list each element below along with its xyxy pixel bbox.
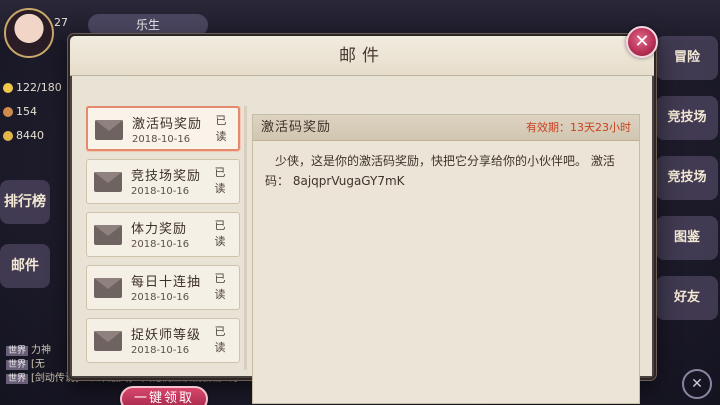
claim-all-button[interactable]: 一键领取 [120, 386, 208, 405]
mail-item[interactable]: 体力奖励 2018-10-16 已读 [86, 212, 240, 257]
friends-button[interactable]: 好友 [656, 276, 718, 320]
lightning-icon [3, 83, 13, 93]
leaderboard-button[interactable]: 排行榜 [0, 180, 50, 224]
mail-list[interactable]: 激活码奖励 2018-10-16 已读 竞技场奖励 2018-10-16 已读 … [86, 106, 246, 370]
stamina-stat: 122/180 [0, 76, 70, 100]
mail-item-date: 2018-10-16 [131, 186, 190, 197]
mail-item-date: 2018-10-16 [131, 345, 190, 356]
mail-detail-title: 激活码奖励 [261, 120, 332, 135]
envelope-icon [94, 225, 122, 245]
mail-item-title: 捉妖师等级 [131, 328, 202, 343]
left-menu: 排行榜 邮件 [0, 180, 55, 308]
mail-detail-header: 激活码奖励 有效期：13天23小时 [253, 115, 639, 141]
mail-item[interactable]: 激活码奖励 2018-10-16 已读 [86, 106, 240, 151]
mail-detail-panel: 激活码奖励 有效期：13天23小时 少侠，这是你的激活码奖励，快把它分享给你的小… [252, 114, 640, 404]
mail-item-status: 已读 [215, 114, 227, 143]
envelope-icon [94, 278, 122, 298]
mail-item-date: 2018-10-16 [132, 134, 191, 145]
codex-button[interactable]: 图鉴 [656, 216, 718, 260]
activation-code[interactable]: 8ajqprVugaGY7mK [293, 174, 405, 188]
envelope-icon [94, 331, 122, 351]
player-avatar[interactable] [4, 8, 54, 58]
mail-item-status: 已读 [214, 272, 226, 301]
coin-icon [3, 131, 13, 141]
mail-item[interactable]: 每日十连抽 2018-10-16 已读 [86, 265, 240, 310]
close-dialog-button[interactable]: ✕ [626, 26, 658, 58]
mail-item-status: 已读 [214, 325, 226, 354]
right-menu: 冒险 竞技场 竞技场 图鉴 好友 [652, 36, 720, 336]
envelope-icon [94, 172, 122, 192]
arena-button-2[interactable]: 竞技场 [656, 156, 718, 200]
mail-detail-body: 少侠，这是你的激活码奖励，快把它分享给你的小伙伴吧。 激活码： 8ajqprVu… [265, 151, 633, 191]
mail-item[interactable]: 捉妖师等级 2018-10-16 已读 [86, 318, 240, 363]
mail-item-title: 激活码奖励 [132, 117, 203, 132]
dialog-body: 激活码奖励 2018-10-16 已读 竞技场奖励 2018-10-16 已读 … [72, 76, 652, 405]
envelope-icon [95, 120, 123, 140]
mail-item-title: 竞技场奖励 [131, 169, 202, 184]
mail-item-status: 已读 [214, 166, 226, 195]
resource-stats: 122/180 154 8440 [0, 76, 70, 148]
mail-dialog: 邮件 激活码奖励 2018-10-16 已读 竞技场奖励 2018-10-16 … [68, 34, 656, 405]
player-level: 27 [54, 16, 68, 29]
mail-item[interactable]: 竞技场奖励 2018-10-16 已读 [86, 159, 240, 204]
gem-stat: 154 [0, 100, 70, 124]
mail-item-date: 2018-10-16 [131, 292, 190, 303]
dialog-title: 邮件 [339, 46, 385, 66]
arena-button[interactable]: 竞技场 [656, 96, 718, 140]
mail-message: 少侠，这是你的激活码奖励，快把它分享给你的小伙伴吧。 [275, 154, 588, 168]
gold-stat: 8440 [0, 124, 70, 148]
mail-item-title: 体力奖励 [131, 222, 188, 237]
mail-button[interactable]: 邮件 [0, 244, 50, 288]
mail-item-title: 每日十连抽 [131, 275, 202, 290]
mail-list-scrollbar[interactable] [244, 106, 247, 370]
mail-expiry: 有效期：13天23小时 [526, 121, 631, 134]
corner-close-icon[interactable]: ✕ [682, 369, 712, 399]
mail-item-date: 2018-10-16 [131, 239, 190, 250]
mail-item-status: 已读 [214, 219, 226, 248]
player-name: 乐生 [88, 14, 208, 36]
adventure-button[interactable]: 冒险 [656, 36, 718, 80]
gem-icon [3, 107, 13, 117]
